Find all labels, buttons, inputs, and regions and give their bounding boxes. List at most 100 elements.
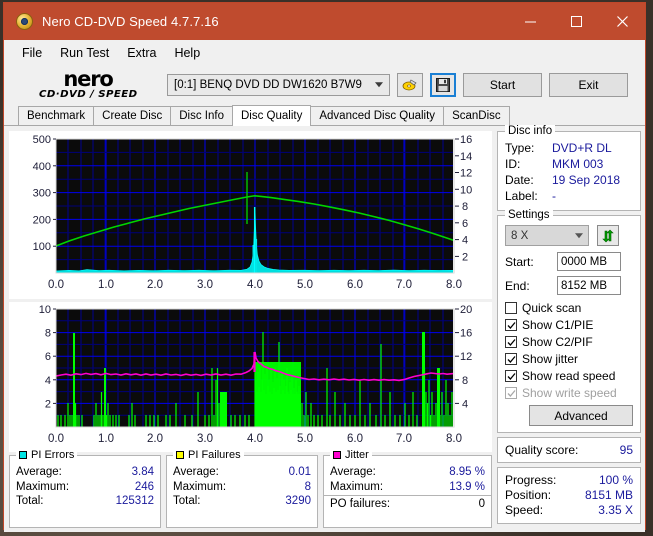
checkbox-show-read-speed[interactable]: Show read speed	[505, 368, 633, 384]
tab-create-disc[interactable]: Create Disc	[93, 106, 172, 125]
checkbox-checked-icon	[505, 319, 517, 331]
tab-disc-quality[interactable]: Disc Quality	[232, 105, 312, 126]
checkbox-label: Show C1/PIE	[522, 318, 594, 332]
svg-text:2.0: 2.0	[147, 279, 163, 291]
svg-text:4.0: 4.0	[247, 433, 263, 445]
end-input[interactable]: 8152 MB	[557, 276, 621, 295]
svg-text:5.0: 5.0	[297, 433, 313, 445]
maximize-icon[interactable]	[553, 3, 599, 40]
quality-score-value: 95	[619, 443, 633, 457]
speed-select[interactable]: 8 X	[505, 225, 589, 246]
checkbox-show-c2-pif[interactable]: Show C2/PIF	[505, 334, 633, 350]
checkbox-label: Show read speed	[522, 369, 616, 383]
x-axis-ticks: 0.0 1.0 2.0 3.0 4.0 5.0 6.0 7.0 8.0	[48, 279, 462, 291]
drive-select[interactable]: [0:1] BENQ DVD DD DW1620 B7W9	[167, 74, 390, 96]
logo-wordmark: nero	[63, 66, 113, 91]
tab-benchmark[interactable]: Benchmark	[18, 106, 95, 125]
svg-text:3.0: 3.0	[197, 433, 213, 445]
drive-select-value: [0:1] BENQ DVD DD DW1620 B7W9	[174, 79, 362, 91]
svg-text:2: 2	[462, 251, 468, 263]
floppy-save-icon[interactable]	[430, 73, 456, 97]
exit-button[interactable]: Exit	[549, 73, 628, 97]
svg-text:7.0: 7.0	[396, 433, 412, 445]
settings-legend: Settings	[505, 209, 553, 221]
svg-text:2.0: 2.0	[147, 433, 163, 445]
speed-row: 8 X	[505, 225, 633, 246]
svg-text:12: 12	[460, 168, 472, 180]
pi-failures-average-value: 0.01	[288, 466, 311, 478]
svg-text:8: 8	[462, 201, 468, 213]
pi-failures-legend-label: PI Failures	[188, 449, 241, 461]
checkbox-label: Show write speed	[522, 386, 617, 400]
content-area: 500 400 300 200 100 16 14 12 10 8 6 4 2 …	[4, 125, 645, 532]
disc-info-legend: Disc info	[505, 125, 556, 137]
svg-text:12: 12	[460, 351, 472, 363]
svg-text:7.0: 7.0	[396, 279, 412, 291]
stat-row: Total: 125312	[16, 494, 154, 509]
pi-errors-total-label: Total:	[16, 495, 44, 507]
disc-info-row: Date: 19 Sep 2018	[505, 172, 633, 188]
speed-value: 3.35 X	[598, 503, 633, 517]
quality-score-row: Quality score: 95	[505, 443, 633, 457]
start-button[interactable]: Start	[463, 73, 542, 97]
svg-text:400: 400	[33, 161, 51, 173]
po-failures-value: 0	[478, 498, 485, 510]
jitter-color-swatch	[333, 451, 341, 459]
menu-extra[interactable]: Extra	[118, 43, 165, 63]
advanced-button[interactable]: Advanced	[529, 405, 633, 426]
pi-errors-average-value: 3.84	[131, 466, 154, 478]
checkbox-checked-icon	[505, 336, 517, 348]
pi-errors-stats: PI Errors Average: 3.84 Maximum: 246 Tot…	[9, 449, 161, 528]
minimize-icon[interactable]	[507, 3, 553, 40]
close-icon[interactable]	[599, 3, 645, 40]
disc-id-value: MKM 003	[552, 157, 604, 171]
stat-row: Average: 3.84	[16, 465, 154, 480]
checkbox-icon	[505, 302, 517, 314]
svg-text:5.0: 5.0	[297, 279, 313, 291]
checkbox-checked-icon	[505, 370, 517, 382]
checkbox-quick-scan[interactable]: Quick scan	[505, 300, 633, 316]
stat-row: Average: 8.95 %	[330, 465, 485, 480]
stat-row: Maximum: 246	[16, 480, 154, 495]
tab-strip: Benchmark Create Disc Disc Info Disc Qua…	[4, 105, 645, 126]
progress-value: 100 %	[598, 473, 633, 487]
checkbox-show-jitter[interactable]: Show jitter	[505, 351, 633, 367]
disc-date-label: Date:	[505, 173, 534, 187]
jitter-legend-label: Jitter	[345, 449, 369, 461]
end-field-row: End: 8152 MB	[505, 276, 633, 295]
end-label: End:	[505, 278, 530, 293]
jitter-stats: Jitter Average: 8.95 % Maximum: 13.9 % P…	[323, 449, 492, 528]
refresh-icon[interactable]	[597, 225, 619, 246]
pi-errors-graph: 500 400 300 200 100 16 14 12 10 8 6 4 2 …	[9, 131, 492, 299]
start-input[interactable]: 0000 MB	[557, 252, 621, 271]
tab-advanced-disc-quality[interactable]: Advanced Disc Quality	[310, 106, 445, 125]
svg-text:1.0: 1.0	[98, 279, 114, 291]
menu-run-test[interactable]: Run Test	[51, 43, 118, 63]
side-panel: Disc info Type: DVD+R DL ID: MKM 003 Dat…	[497, 125, 641, 528]
stat-row: Maximum: 8	[173, 480, 311, 495]
x-axis-ticks-2: 0.0 1.0 2.0 3.0 4.0 5.0 6.0 7.0 8.0	[48, 433, 462, 445]
menu-help[interactable]: Help	[165, 43, 209, 63]
disc-type-label: Type:	[505, 141, 535, 155]
disc-label-value: -	[552, 189, 556, 203]
menu-file[interactable]: File	[13, 43, 51, 63]
svg-text:0.0: 0.0	[48, 433, 64, 445]
tab-disc-info[interactable]: Disc Info	[170, 106, 233, 125]
pi-failures-graph: 10 8 6 4 2 20 16 12 8 4 0.0 1.0 2.0 3.0 …	[9, 302, 492, 452]
tab-scandisc[interactable]: ScanDisc	[443, 106, 510, 125]
checkbox-show-c1-pie[interactable]: Show C1/PIE	[505, 317, 633, 333]
disc-info-row: ID: MKM 003	[505, 156, 633, 172]
svg-text:500: 500	[33, 134, 51, 146]
disc-date-value: 19 Sep 2018	[552, 173, 621, 187]
position-row: Position: 8151 MB	[505, 488, 633, 503]
stat-row: Average: 0.01	[173, 465, 311, 480]
toolbar: nero CD·DVD ∕ SPEED [0:1] BENQ DVD DD DW…	[4, 65, 645, 105]
eject-disc-icon[interactable]	[397, 73, 423, 97]
position-label: Position:	[505, 488, 552, 502]
pi-errors-color-swatch	[19, 451, 27, 459]
disc-info-group: Disc info Type: DVD+R DL ID: MKM 003 Dat…	[497, 125, 641, 211]
svg-text:8.0: 8.0	[446, 433, 462, 445]
logo-subtitle: CD·DVD ∕ SPEED	[38, 88, 138, 100]
jitter-average-label: Average:	[330, 466, 376, 478]
svg-text:10: 10	[460, 184, 472, 196]
